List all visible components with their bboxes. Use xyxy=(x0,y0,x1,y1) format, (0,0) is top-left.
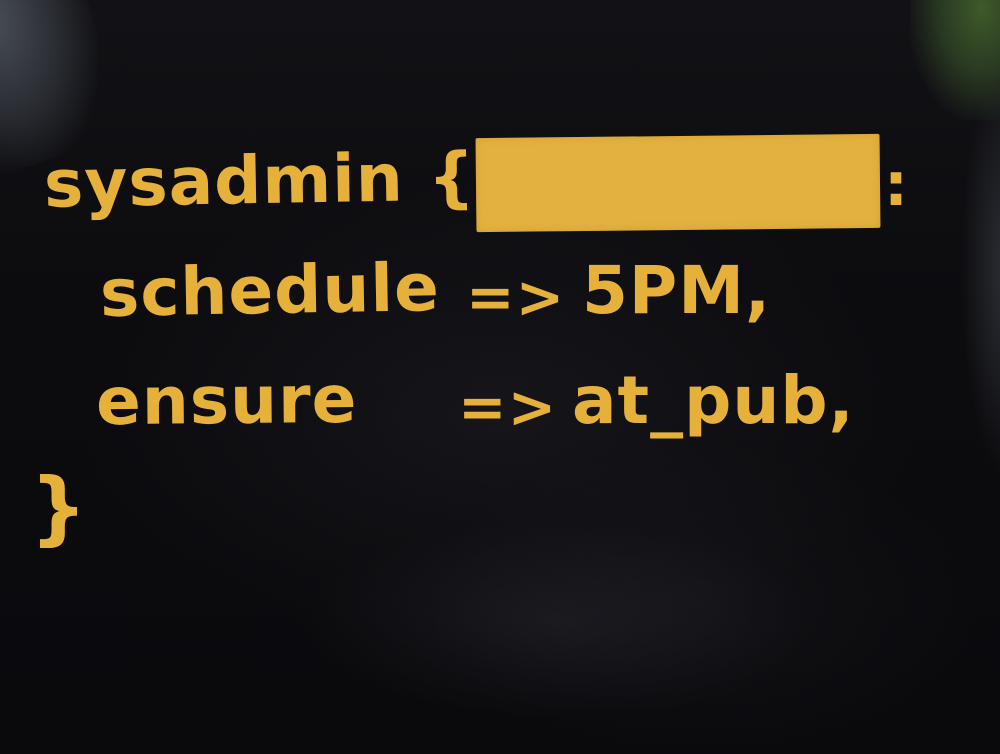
open-brace: { xyxy=(427,138,477,217)
fabric-shadow xyxy=(960,60,1000,480)
ensure-key: ensure xyxy=(95,360,358,441)
sysadmin-keyword: sysadmin xyxy=(43,139,405,223)
print-line-1: sysadmin { xyxy=(43,138,476,223)
tshirt-photo: sysadmin { : schedule => 5PM, ensure => … xyxy=(0,0,1000,754)
schedule-value: 5PM, xyxy=(582,252,772,329)
redaction-block xyxy=(475,133,881,233)
ensure-value: at_pub, xyxy=(572,362,855,439)
schedule-key: schedule xyxy=(99,249,441,332)
schedule-arrow: => xyxy=(466,263,566,331)
colon: : xyxy=(884,150,908,220)
ensure-arrow: => xyxy=(458,373,558,441)
close-brace: } xyxy=(30,461,88,554)
fabric-fold xyxy=(300,520,820,720)
